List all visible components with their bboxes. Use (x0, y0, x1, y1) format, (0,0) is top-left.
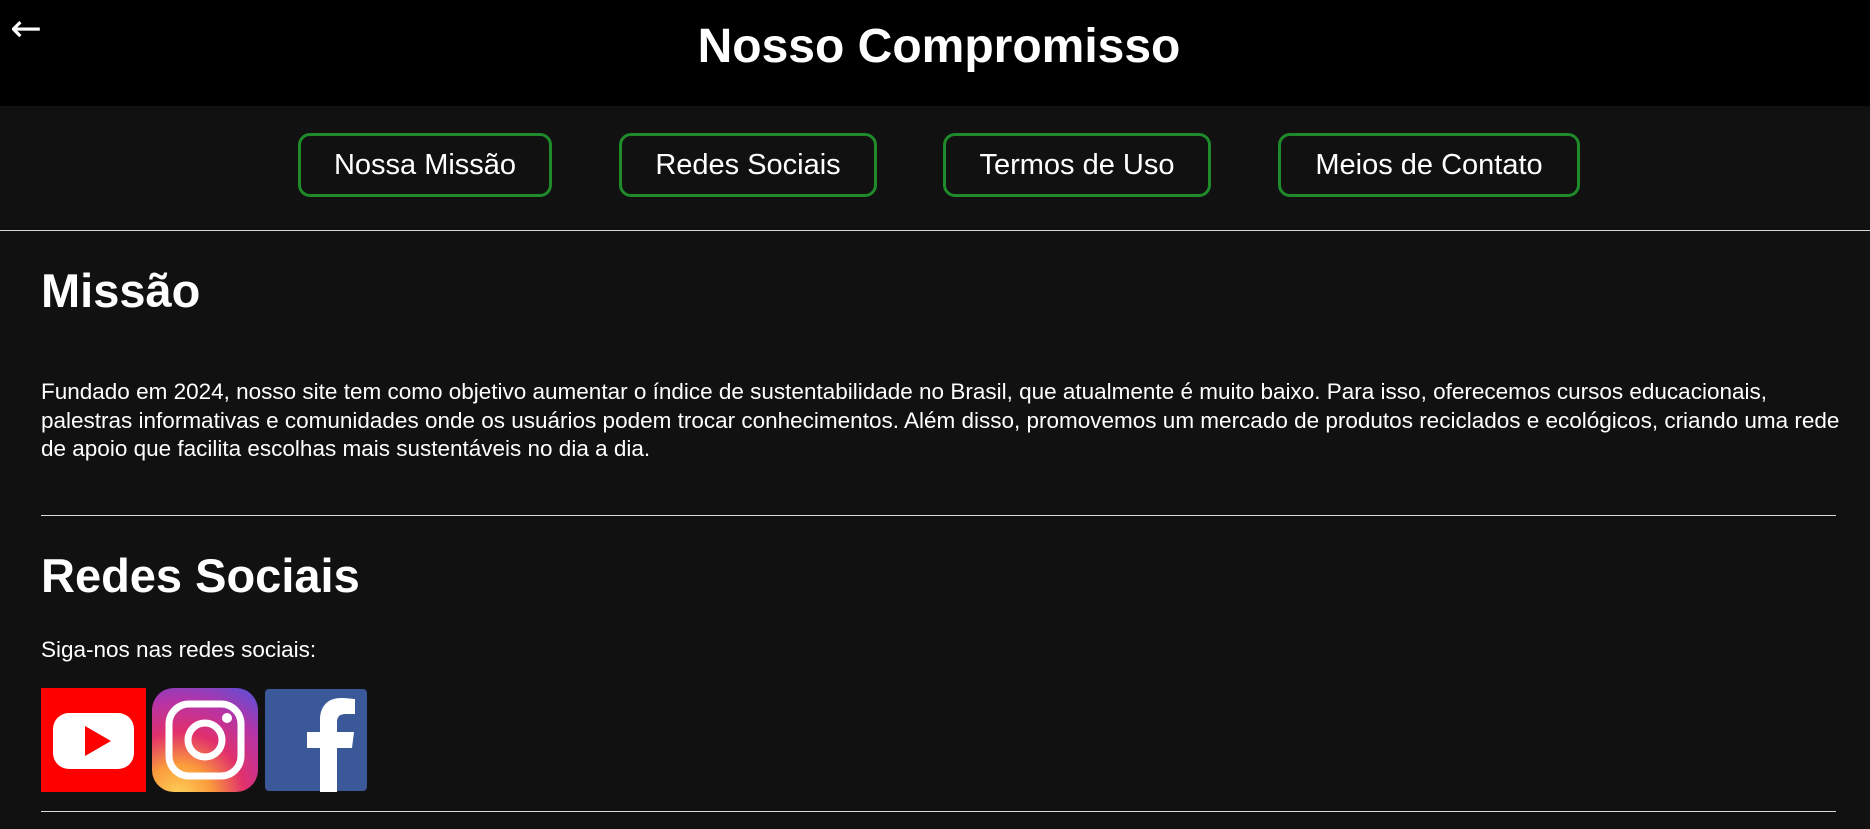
section-divider (41, 515, 1836, 516)
mission-text: Fundado em 2024, nosso site tem como obj… (41, 379, 1840, 461)
nav-button-missao[interactable]: Nossa Missão (298, 133, 552, 197)
facebook-icon[interactable] (265, 688, 367, 792)
header-bar: ← Nosso Compromisso (0, 0, 1870, 106)
section-nav: Nossa Missão Redes Sociais Termos de Uso… (0, 106, 1870, 230)
social-heading: Redes Sociais (41, 549, 360, 602)
social-intro: Siga-nos nas redes sociais: (41, 637, 317, 662)
nav-divider (0, 230, 1870, 231)
section-divider-bottom (41, 811, 1836, 812)
nav-button-termos-de-uso[interactable]: Termos de Uso (943, 133, 1211, 197)
mission-heading: Missão (41, 264, 201, 317)
nav-button-meios-de-contato[interactable]: Meios de Contato (1278, 133, 1580, 197)
page-title: Nosso Compromisso (697, 20, 1181, 73)
youtube-icon[interactable] (41, 688, 146, 792)
instagram-icon[interactable] (152, 688, 258, 792)
nav-button-redes-sociais[interactable]: Redes Sociais (619, 133, 877, 197)
